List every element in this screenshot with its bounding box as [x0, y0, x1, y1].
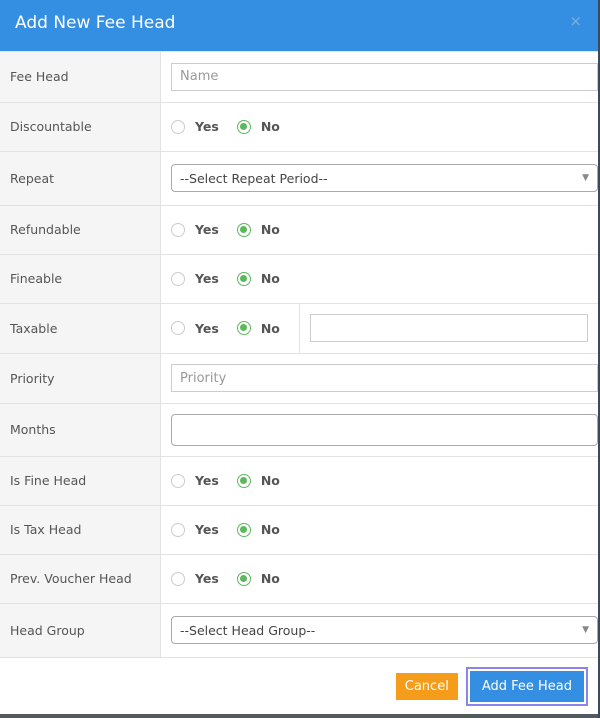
row-months: Months [0, 403, 598, 457]
modal-header: Add New Fee Head × [0, 0, 598, 52]
fineable-yes-radio[interactable]: Yes [171, 271, 219, 286]
fee-head-form: Fee Head Discountable Yes No Repeat --Se… [0, 52, 598, 658]
is-fine-head-yes-radio[interactable]: Yes [171, 473, 219, 488]
add-fee-head-button[interactable]: Add Fee Head [469, 670, 584, 702]
label-fineable: Fineable [0, 254, 161, 304]
modal-title: Add New Fee Head [15, 13, 176, 33]
label-taxable: Taxable [0, 303, 161, 354]
label-fee-head: Fee Head [0, 52, 161, 103]
row-fineable: Fineable Yes No [0, 254, 598, 304]
add-fee-head-modal: Add New Fee Head × Fee Head Discountable… [0, 0, 598, 714]
radio-checked-icon [236, 222, 251, 237]
row-head-group: Head Group --Select Head Group-- ▼ [0, 603, 598, 658]
cancel-button[interactable]: Cancel [395, 672, 458, 700]
discountable-no-radio[interactable]: No [236, 119, 280, 134]
radio-unchecked-icon [171, 119, 185, 134]
is-fine-head-no-radio[interactable]: No [236, 473, 280, 488]
taxable-yes-radio[interactable]: Yes [171, 321, 219, 336]
label-repeat: Repeat [0, 151, 161, 206]
label-priority: Priority [0, 353, 161, 404]
row-discountable: Discountable Yes No [0, 102, 598, 152]
radio-unchecked-icon [171, 522, 185, 537]
repeat-period-select[interactable]: --Select Repeat Period-- ▼ [171, 164, 598, 192]
radio-checked-icon [236, 321, 251, 335]
radio-unchecked-icon [171, 321, 185, 335]
tax-rate-input[interactable] [310, 314, 588, 342]
row-repeat: Repeat --Select Repeat Period-- ▼ [0, 151, 598, 206]
row-taxable: Taxable Yes No [0, 303, 598, 354]
modal-footer: Cancel Add Fee Head [0, 658, 598, 714]
taxable-no-radio[interactable]: No [236, 321, 280, 336]
refundable-yes-radio[interactable]: Yes [171, 222, 219, 237]
fee-head-name-input[interactable] [171, 62, 598, 91]
row-priority: Priority [0, 353, 598, 404]
fineable-no-radio[interactable]: No [236, 271, 280, 286]
row-prev-voucher-head: Prev. Voucher Head Yes No [0, 554, 598, 604]
head-group-select[interactable]: --Select Head Group-- ▼ [171, 616, 598, 644]
label-is-fine-head: Is Fine Head [0, 456, 161, 506]
radio-checked-icon [236, 271, 251, 286]
is-tax-head-yes-radio[interactable]: Yes [171, 522, 219, 537]
refundable-no-radio[interactable]: No [236, 222, 280, 237]
prev-voucher-head-no-radio[interactable]: No [236, 571, 280, 586]
label-months: Months [0, 403, 161, 457]
close-icon[interactable]: × [569, 12, 582, 30]
row-fee-head: Fee Head [0, 52, 598, 103]
label-prev-voucher-head: Prev. Voucher Head [0, 554, 161, 604]
focus-ring: Add Fee Head [465, 666, 588, 706]
row-is-fine-head: Is Fine Head Yes No [0, 456, 598, 506]
radio-unchecked-icon [171, 473, 185, 488]
radio-unchecked-icon [171, 271, 185, 286]
discountable-yes-radio[interactable]: Yes [171, 119, 219, 134]
label-discountable: Discountable [0, 102, 161, 152]
prev-voucher-head-yes-radio[interactable]: Yes [171, 571, 219, 586]
caret-down-icon: ▼ [582, 173, 589, 183]
caret-down-icon: ▼ [582, 625, 589, 635]
months-multiselect[interactable] [171, 413, 598, 446]
radio-checked-icon [236, 571, 251, 586]
radio-unchecked-icon [171, 222, 185, 237]
row-refundable: Refundable Yes No [0, 205, 598, 255]
label-head-group: Head Group [0, 603, 161, 658]
row-is-tax-head: Is Tax Head Yes No [0, 505, 598, 555]
radio-checked-icon [236, 119, 251, 134]
is-tax-head-no-radio[interactable]: No [236, 522, 280, 537]
label-is-tax-head: Is Tax Head [0, 505, 161, 555]
label-refundable: Refundable [0, 205, 161, 255]
radio-checked-icon [236, 522, 251, 537]
radio-unchecked-icon [171, 571, 185, 586]
priority-input[interactable] [171, 364, 598, 392]
radio-checked-icon [236, 473, 251, 488]
